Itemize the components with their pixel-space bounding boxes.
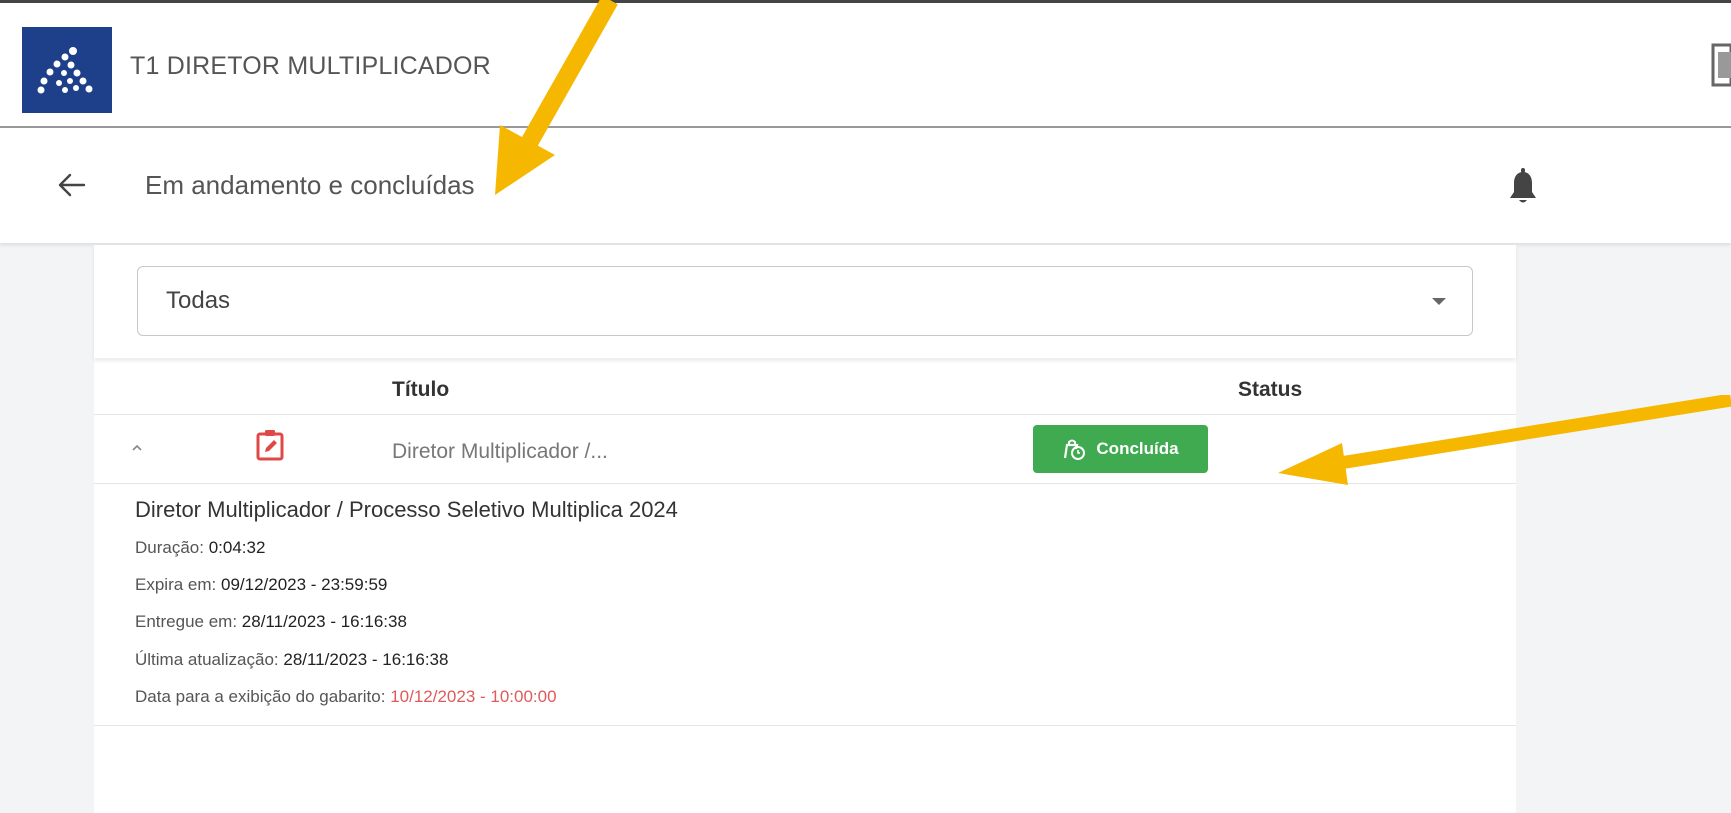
select-value: Todas [166,287,231,314]
status-badge-label: Concluída [1096,439,1179,458]
back-arrow-icon[interactable] [56,170,96,200]
annotation-arrow-down [495,0,618,195]
annotation-arrow-left [1278,395,1731,485]
divider [94,725,1516,726]
column-header-title[interactable]: Título [392,378,449,402]
detail-label: Duração: [135,538,204,557]
app-logo[interactable] [22,27,112,113]
logo-icon [37,47,93,94]
detail-value: 09/12/2023 - 23:59:59 [220,575,388,594]
page-title: Em andamento e concluídas [145,170,475,200]
item-full-title: Diretor Multiplicador / Processo Seletiv… [135,497,678,522]
chevron-up-icon[interactable] [130,441,144,453]
detail-value: 0:04:32 [208,538,266,557]
detail-label: Entregue em: [135,612,238,631]
detail-duration: Duração: 0:04:32 [135,538,265,558]
clipboard-edit-icon [256,429,284,461]
detail-value: 28/11/2023 - 16:16:38 [241,612,407,631]
detail-expires: Expira em: 09/12/2023 - 23:59:59 [135,575,387,595]
detail-label: Última atualização: [135,650,279,669]
exit-door-icon[interactable] [1709,42,1731,88]
detail-value: 28/11/2023 - 16:16:38 [283,650,449,669]
bell-icon[interactable] [1508,168,1538,206]
detail-label: Data para a exibição do gabarito: [135,687,386,706]
app-title: T1 DIRETOR MULTIPLICADOR [130,52,491,80]
detail-delivered: Entregue em: 28/11/2023 - 16:16:38 [135,612,407,632]
detail-value: 10/12/2023 - 10:00:00 [390,687,557,706]
detail-label: Expira em: [135,575,217,594]
chevron-down-icon [1432,298,1446,305]
detail-last-update: Última atualização: 28/11/2023 - 16:16:3… [135,650,448,670]
row-title[interactable]: Diretor Multiplicador /... [392,440,608,464]
status-badge: Concluída [1033,425,1208,473]
detail-answer-key-date: Data para a exibição do gabarito: 10/12/… [135,687,557,707]
timer-bag-icon [1064,439,1086,460]
status-filter-select[interactable]: Todas [137,266,1473,336]
